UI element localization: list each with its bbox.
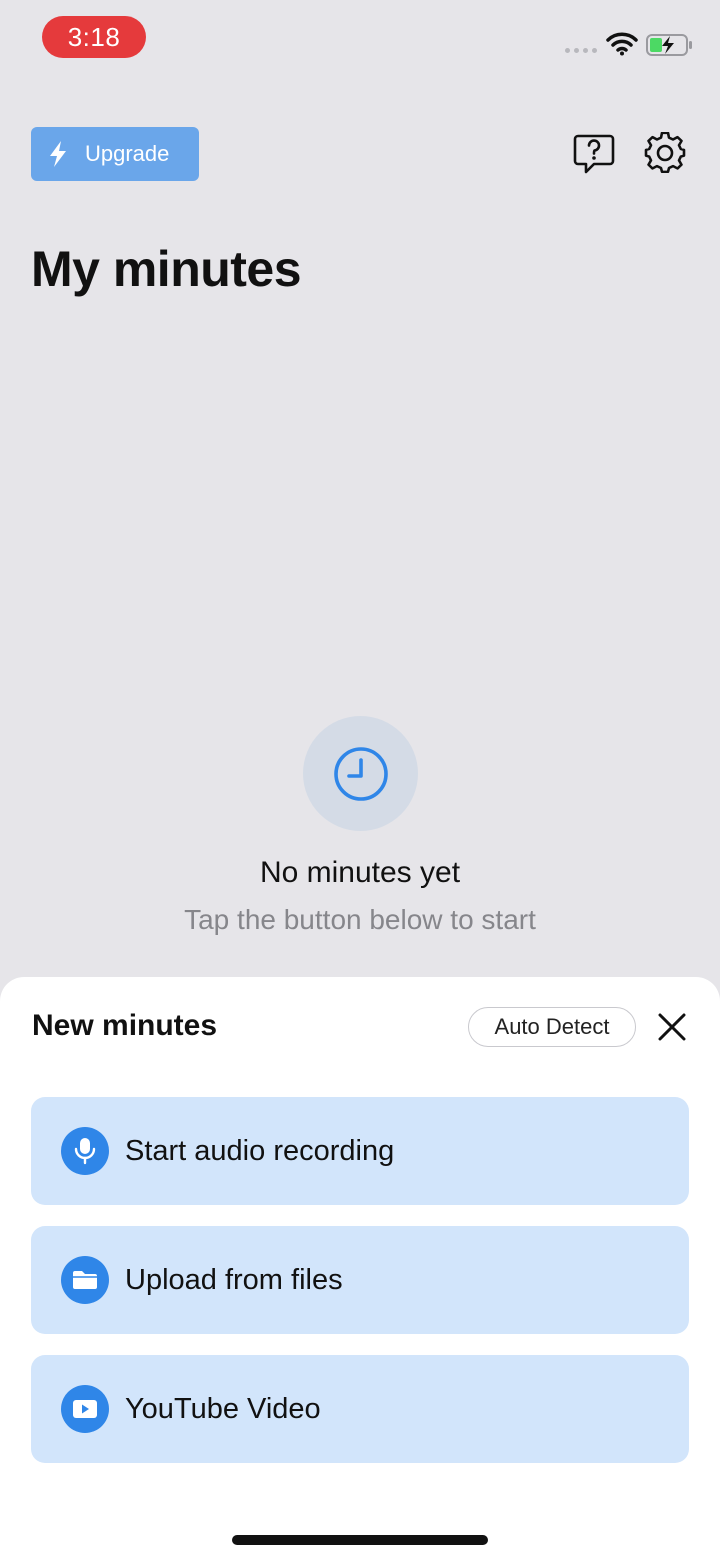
wifi-icon	[606, 32, 638, 56]
new-minutes-sheet: New minutes Auto Detect Start audio reco…	[0, 977, 720, 1560]
option-label: Upload from files	[125, 1263, 343, 1296]
empty-state-subtitle: Tap the button below to start	[184, 904, 536, 935]
page-title: My minutes	[31, 241, 302, 297]
folder-icon	[61, 1256, 109, 1304]
close-icon[interactable]	[656, 1011, 688, 1043]
gear-icon[interactable]	[643, 132, 687, 176]
microphone-icon	[61, 1127, 109, 1175]
option-label: YouTube Video	[125, 1392, 321, 1425]
empty-state-icon-container	[303, 716, 418, 831]
empty-state-title: No minutes yet	[259, 856, 461, 889]
status-time: 3:18	[42, 16, 146, 58]
option-label: Start audio recording	[125, 1134, 395, 1167]
start-audio-recording-button[interactable]: Start audio recording	[31, 1097, 689, 1205]
upload-from-files-button[interactable]: Upload from files	[31, 1226, 689, 1334]
help-bubble-icon[interactable]	[572, 132, 616, 176]
battery-charging-icon	[646, 34, 692, 56]
lightning-icon	[50, 141, 66, 167]
youtube-video-button[interactable]: YouTube Video	[31, 1355, 689, 1463]
cellular-signal-icon	[565, 48, 597, 53]
home-indicator[interactable]	[232, 1535, 488, 1545]
language-auto-detect-button[interactable]: Auto Detect	[468, 1007, 636, 1047]
sheet-title: New minutes	[32, 1009, 218, 1042]
clock-icon	[333, 746, 388, 801]
upgrade-button[interactable]: Upgrade	[31, 127, 199, 181]
upgrade-label: Upgrade	[85, 141, 170, 166]
play-icon	[61, 1385, 109, 1433]
